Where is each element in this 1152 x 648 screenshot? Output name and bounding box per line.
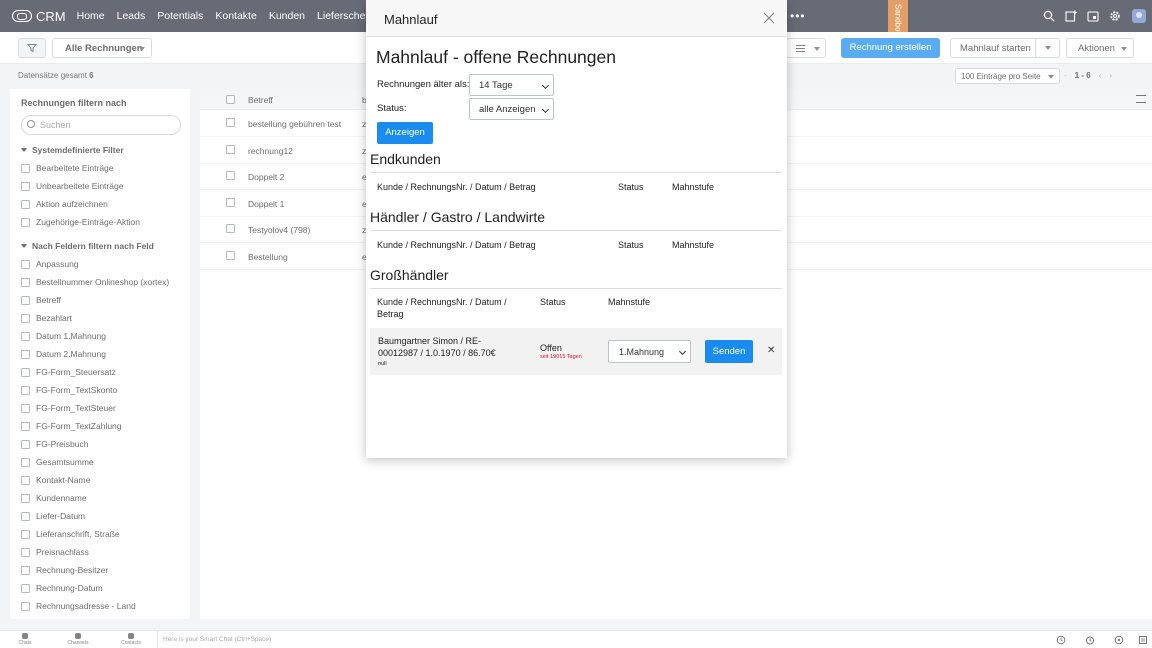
col-kunde: Kunde / RechnungsNr. / Datum / Betrag [377,297,507,319]
col-mahnstufe: Mahnstufe [608,297,651,307]
row-customer-invoice: Baumgartner Simon / RE-00012987 / 1.0.19… [378,336,496,358]
row-note: null [378,361,387,367]
dunning-modal: Mahnlauf Mahnlauf - offene Rechnungen Re… [366,0,787,458]
modal-header: Mahnlauf [366,0,787,37]
modal-title: Mahnlauf [384,12,438,27]
col-status: Status [618,240,644,250]
dunning-row: Baumgartner Simon / RE-00012987 / 1.0.19… [370,328,782,375]
row-status: Offen [540,343,562,353]
older-than-label: Rechnungen älter als: [377,79,470,90]
dunning-level-select[interactable]: 1.Mahnung [608,340,691,363]
col-status: Status [618,182,644,192]
col-status: Status [540,297,566,307]
grosshaendler-table-header: Kunde / RechnungsNr. / Datum / Betrag St… [370,288,782,326]
col-kunde: Kunde / RechnungsNr. / Datum / Betrag [377,240,536,250]
remove-row-icon[interactable]: ✕ [767,345,775,356]
col-kunde: Kunde / RechnungsNr. / Datum / Betrag [377,182,536,192]
close-icon[interactable] [763,12,775,24]
modal-heading: Mahnlauf - offene Rechnungen [376,47,616,67]
older-than-select[interactable]: 14 Tage [469,74,554,96]
col-mahnstufe: Mahnstufe [672,182,715,192]
status-label: Status: [377,103,407,114]
endkunden-table-header: Kunde / RechnungsNr. / Datum / Betrag St… [370,172,782,202]
section-grosshaendler: Großhändler [370,267,449,283]
status-select[interactable]: alle Anzeigen [469,98,554,120]
send-button[interactable]: Senden [705,340,753,363]
col-mahnstufe: Mahnstufe [672,240,715,250]
show-button[interactable]: Anzeigen [377,122,433,144]
section-endkunden: Endkunden [370,151,441,167]
haendler-table-header: Kunde / RechnungsNr. / Datum / Betrag St… [370,230,782,260]
row-overdue-since: seit 19015 Tagen [540,354,582,360]
section-haendler: Händler / Gastro / Landwirte [370,209,546,225]
